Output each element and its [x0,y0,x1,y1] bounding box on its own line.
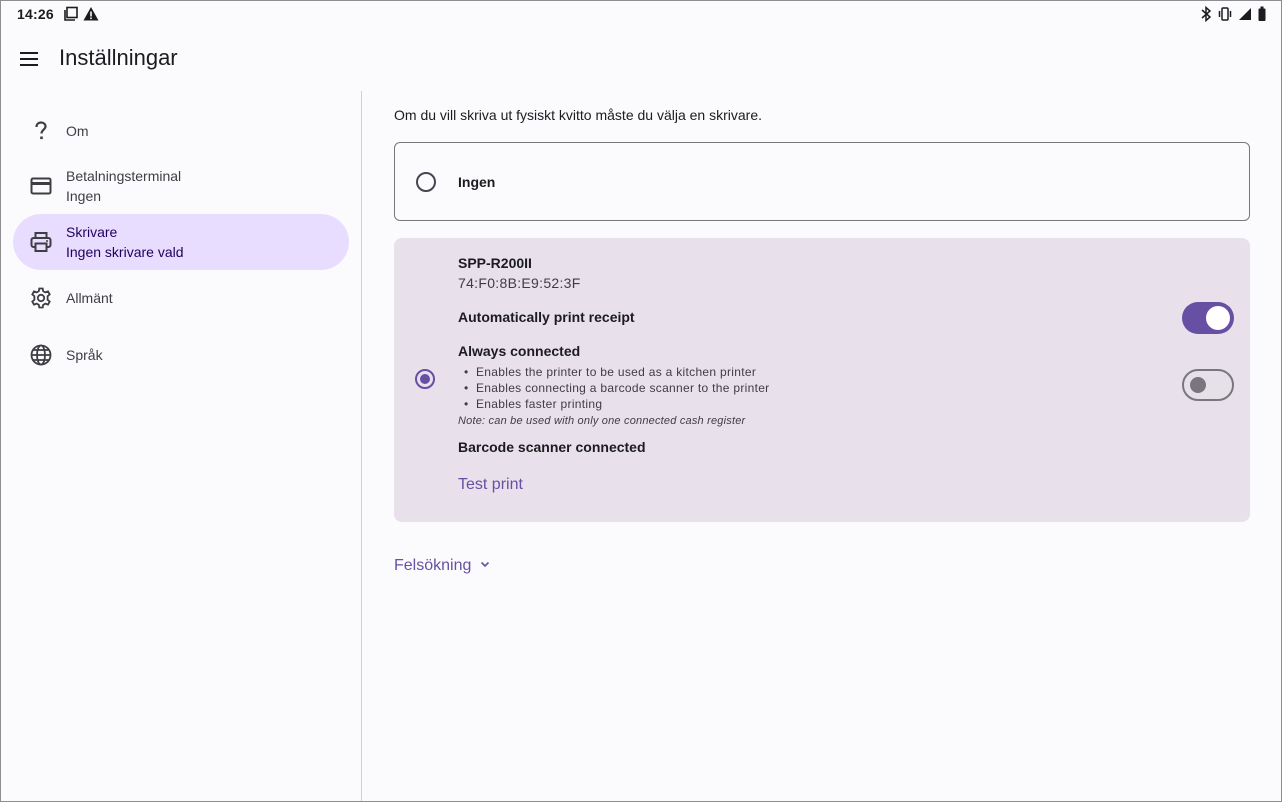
status-time: 14:26 [17,6,54,22]
list-item: Enables connecting a barcode scanner to … [458,380,769,396]
vibrate-icon [1217,6,1233,25]
bluetooth-icon [1200,5,1212,25]
battery-icon [1257,6,1267,25]
sidebar-item-label: Om [66,123,89,139]
signal-icon [1238,7,1252,24]
app-bar: Inställningar [1,31,1281,87]
sidebar-item-label: Allmänt [66,290,113,306]
help-icon [29,119,53,143]
sidebar-item-label: Språk [66,347,103,363]
auto-print-toggle[interactable] [1182,302,1234,334]
sidebar-item-sprak[interactable]: Språk [13,327,349,383]
sidebar-item-skrivare[interactable]: Skrivare Ingen skrivare vald [13,214,349,270]
globe-icon [29,343,53,367]
always-connected-note: Note: can be used with only one connecte… [458,415,746,427]
credit-card-icon [29,174,53,198]
always-connected-toggle[interactable] [1182,369,1234,401]
toggle-knob [1206,306,1230,330]
sidebar-item-sublabel: Ingen [66,188,102,204]
sidebar-item-label: Betalningsterminal [66,168,182,184]
barcode-scanner-label: Barcode scanner connected [458,439,646,455]
chevron-down-icon [479,557,491,575]
radio-none[interactable] [416,172,436,192]
settings-sidebar: Om Betalningsterminal Ingen Skrivare Ing… [1,91,362,801]
printer-option-card[interactable]: SPP-R200II 74:F0:8B:E9:52:3F Automatical… [394,238,1250,522]
list-item: Enables faster printing [458,396,769,412]
page-title: Inställningar [59,45,178,70]
printer-icon [29,230,53,254]
alert-icon [83,6,99,25]
sidebar-item-allmant[interactable]: Allmänt [13,270,349,326]
radio-printer[interactable] [415,369,435,389]
troubleshooting-label: Felsökning [394,557,472,574]
intro-text: Om du vill skriva ut fysiskt kvitto måst… [394,107,762,123]
option-none-label: Ingen [458,174,496,190]
list-item: Enables the printer to be used as a kitc… [458,364,769,380]
always-connected-benefits: Enables the printer to be used as a kitc… [458,364,769,412]
printer-name: SPP-R200II [458,255,532,271]
sidebar-item-sublabel: Ingen skrivare vald [66,244,184,260]
printer-option-none[interactable]: Ingen [394,142,1250,221]
toggle-knob [1190,377,1206,393]
sidebar-item-label: Skrivare [66,224,118,240]
troubleshooting-expander[interactable]: Felsökning [394,557,491,575]
status-bar: 14:26 [1,1,1281,27]
sidebar-item-om[interactable]: Om [13,103,349,159]
always-connected-label: Always connected [458,343,581,359]
screenshot-icon [63,6,79,25]
sidebar-item-betalningsterminal[interactable]: Betalningsterminal Ingen [13,158,349,214]
menu-icon[interactable] [19,49,39,69]
auto-print-label: Automatically print receipt [458,309,635,325]
test-print-button[interactable]: Test print [458,476,523,494]
gear-icon [29,286,53,310]
printer-mac-address: 74:F0:8B:E9:52:3F [458,275,581,291]
